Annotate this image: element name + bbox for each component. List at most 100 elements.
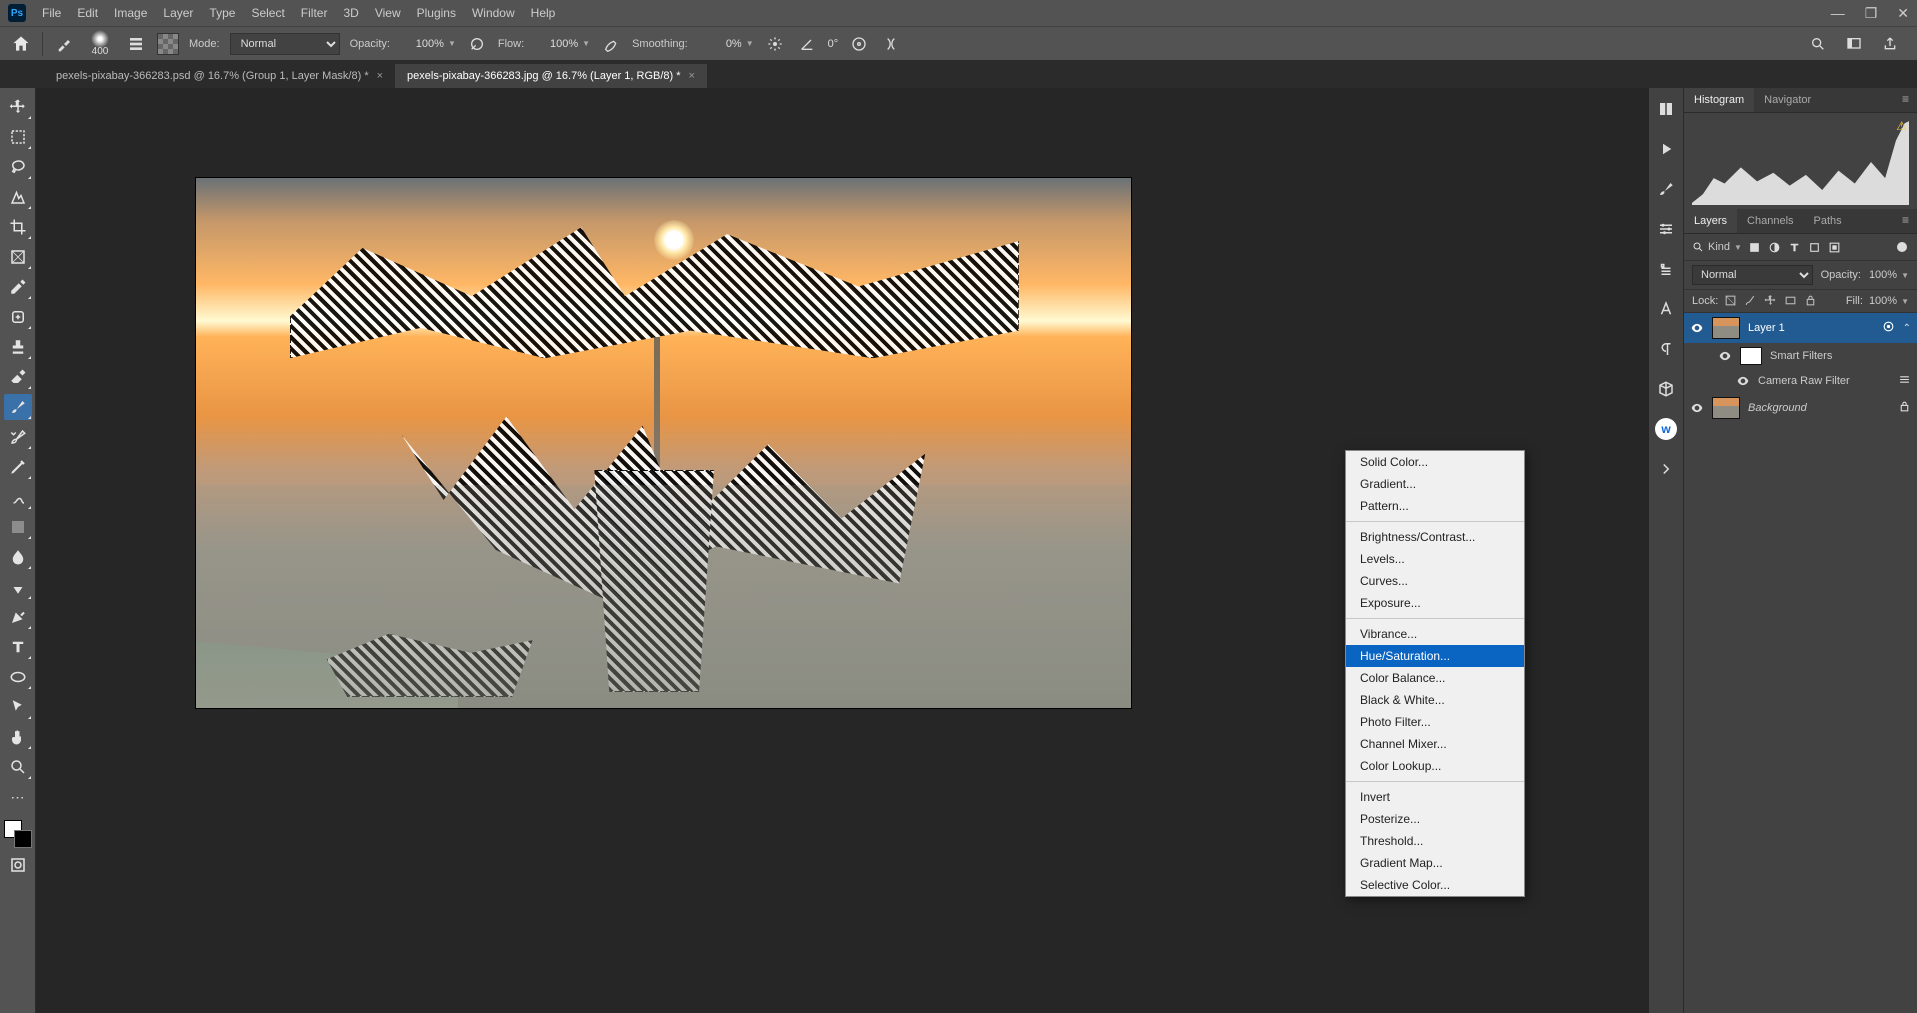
gradient-tool[interactable] (4, 514, 32, 540)
layer-thumbnail[interactable] (1712, 317, 1740, 339)
filter-mask-thumbnail[interactable] (1740, 347, 1762, 365)
flow-field[interactable]: 100% ▼ (534, 38, 590, 50)
layer-fill-field[interactable]: 100%▼ (1869, 295, 1909, 307)
adjustment-menu-item[interactable]: Levels... (1346, 548, 1524, 570)
layer-filter-item[interactable]: Camera Raw Filter (1684, 369, 1917, 393)
adjustment-menu-item[interactable]: Exposure... (1346, 592, 1524, 614)
opacity-field[interactable]: 100% ▼ (400, 38, 456, 50)
history-brush-tool[interactable] (4, 424, 32, 450)
pen-tool[interactable] (4, 604, 32, 630)
adjustment-menu-item[interactable]: Pattern... (1346, 495, 1524, 517)
window-restore-icon[interactable]: ❐ (1865, 5, 1878, 22)
adjustment-menu-item[interactable]: Channel Mixer... (1346, 733, 1524, 755)
home-icon[interactable] (10, 33, 32, 55)
lock-image-icon[interactable] (1744, 294, 1758, 308)
adjustment-menu-item[interactable]: Brightness/Contrast... (1346, 526, 1524, 548)
brush-settings-icon[interactable] (125, 33, 147, 55)
smart-filters-icon[interactable] (1882, 320, 1895, 336)
smoothing-value[interactable]: 0% (698, 38, 742, 50)
quick-select-tool[interactable] (4, 184, 32, 210)
hand-tool[interactable] (4, 724, 32, 750)
adjustment-menu-item[interactable]: Gradient Map... (1346, 852, 1524, 874)
filter-blend-options-icon[interactable] (1898, 373, 1911, 389)
chevron-down-icon[interactable]: ▼ (448, 39, 456, 48)
adjustments-panel-icon[interactable] (1655, 218, 1677, 240)
menu-select[interactable]: Select (251, 6, 284, 20)
background-color[interactable] (14, 830, 32, 848)
properties-panel-icon[interactable] (1655, 258, 1677, 280)
shape-tool[interactable] (4, 664, 32, 690)
menu-file[interactable]: File (42, 6, 61, 20)
menu-plugins[interactable]: Plugins (417, 6, 456, 20)
adjustment-menu-item[interactable]: Vibrance... (1346, 623, 1524, 645)
adjustment-menu-item[interactable]: Color Balance... (1346, 667, 1524, 689)
layer-item[interactable]: Layer 1 ⌃ (1684, 313, 1917, 343)
brush-tool[interactable] (4, 394, 32, 420)
eraser-tool[interactable] (4, 364, 32, 390)
adjustment-menu-item[interactable]: Solid Color... (1346, 451, 1524, 473)
filter-name[interactable]: Camera Raw Filter (1758, 375, 1890, 387)
smudge-tool[interactable] (4, 484, 32, 510)
path-select-tool[interactable] (4, 694, 32, 720)
brush-angle-value[interactable]: 0° (828, 38, 839, 50)
visibility-eye-icon[interactable] (1718, 349, 1732, 363)
visibility-eye-icon[interactable] (1690, 321, 1704, 335)
tab-navigator[interactable]: Navigator (1754, 88, 1821, 112)
tab-paths[interactable]: Paths (1804, 209, 1852, 233)
layer-opacity-field[interactable]: 100%▼ (1869, 269, 1909, 281)
close-tab-icon[interactable]: × (689, 70, 695, 82)
menu-3d[interactable]: 3D (343, 6, 358, 20)
share-icon[interactable] (1879, 33, 1901, 55)
opacity-value[interactable]: 100% (400, 38, 444, 50)
flow-value[interactable]: 100% (534, 38, 578, 50)
move-tool[interactable] (4, 94, 32, 120)
tab-layers[interactable]: Layers (1684, 209, 1737, 233)
workspace-switcher-icon[interactable] (1843, 33, 1865, 55)
actions-icon[interactable] (1655, 138, 1677, 160)
chevron-down-icon[interactable]: ▼ (746, 39, 754, 48)
filter-shape-icon[interactable] (1808, 240, 1822, 254)
panel-menu-icon[interactable]: ≡ (1894, 88, 1917, 112)
tool-preset-picker[interactable] (53, 33, 75, 55)
close-tab-icon[interactable]: × (377, 70, 383, 82)
dodge-tool[interactable] (4, 574, 32, 600)
3d-panel-icon[interactable] (1655, 378, 1677, 400)
menu-view[interactable]: View (375, 6, 401, 20)
paragraph-panel-icon[interactable] (1655, 338, 1677, 360)
blur-tool[interactable] (4, 544, 32, 570)
edit-toolbar-icon[interactable]: ⋯ (4, 784, 32, 810)
adjustment-menu-item[interactable]: Black & White... (1346, 689, 1524, 711)
rect-marquee-tool[interactable] (4, 124, 32, 150)
expand-panels-icon[interactable] (1655, 458, 1677, 480)
layer-thumbnail[interactable] (1712, 397, 1740, 419)
filter-type-icon[interactable] (1788, 240, 1802, 254)
brush-texture-swatch[interactable] (157, 33, 179, 55)
heal-tool[interactable] (4, 304, 32, 330)
visibility-eye-icon[interactable] (1690, 401, 1704, 415)
lock-all-icon[interactable] (1804, 294, 1818, 308)
pencil-tool[interactable] (4, 454, 32, 480)
lock-nested-icon[interactable] (1784, 294, 1798, 308)
document-tab[interactable]: pexels-pixabay-366283.psd @ 16.7% (Group… (44, 64, 395, 88)
tab-channels[interactable]: Channels (1737, 209, 1803, 233)
layer-item[interactable]: Background (1684, 393, 1917, 423)
adjustment-menu-item[interactable]: Curves... (1346, 570, 1524, 592)
zoom-tool[interactable] (4, 754, 32, 780)
brush-preview[interactable]: 400 (85, 29, 115, 59)
pressure-size-icon[interactable] (848, 33, 870, 55)
symmetry-icon[interactable] (880, 33, 902, 55)
cloud-docs-icon[interactable]: w (1655, 418, 1677, 440)
adjustment-menu-item[interactable]: Posterize... (1346, 808, 1524, 830)
smoothing-field[interactable]: 0% ▼ (698, 38, 754, 50)
character-panel-icon[interactable] (1655, 298, 1677, 320)
airbrush-icon[interactable] (600, 33, 622, 55)
layer-name[interactable]: Layer 1 (1748, 322, 1874, 334)
libraries-icon[interactable] (1655, 98, 1677, 120)
blend-mode-select[interactable]: Normal (230, 33, 340, 55)
opacity-pressure-icon[interactable] (466, 33, 488, 55)
window-minimize-icon[interactable]: — (1831, 5, 1845, 21)
adjustment-menu-item[interactable]: Selective Color... (1346, 874, 1524, 896)
layer-blend-mode-select[interactable]: Normal (1692, 265, 1813, 285)
lock-position-icon[interactable] (1764, 294, 1778, 308)
color-swatches[interactable] (4, 820, 32, 848)
